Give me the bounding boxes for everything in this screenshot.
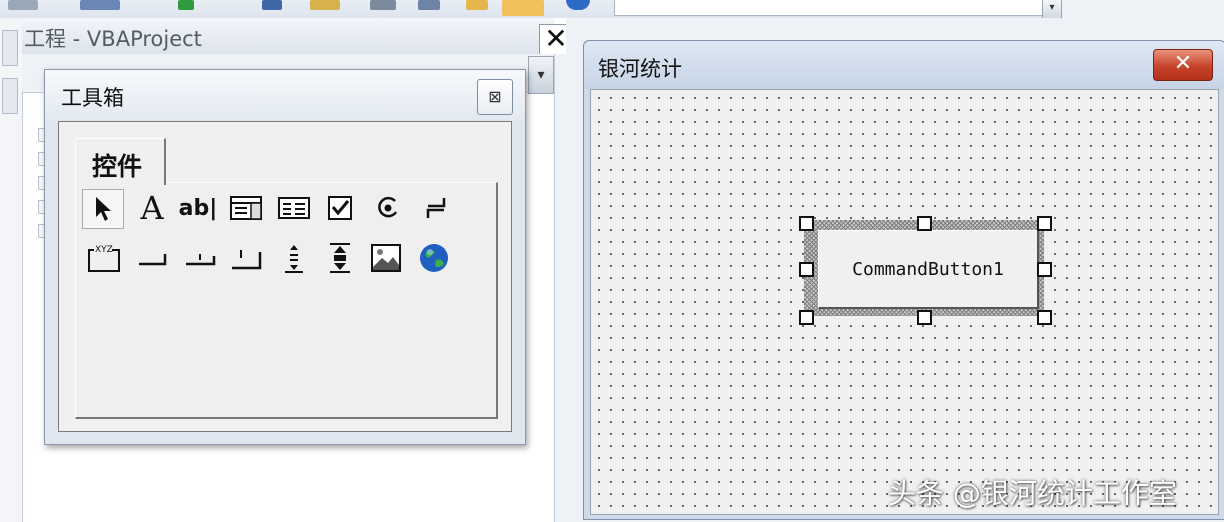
toolbox-toggle-icon[interactable] bbox=[502, 0, 544, 16]
resize-handle[interactable] bbox=[1037, 262, 1052, 277]
spinbutton-icon[interactable] bbox=[320, 239, 360, 277]
userform-title: 银河统计 bbox=[598, 57, 682, 81]
tabstrip-icon[interactable] bbox=[180, 239, 220, 277]
toolbox-titlebar[interactable]: 工具箱 ⊠ bbox=[45, 70, 525, 120]
optionbutton-icon[interactable] bbox=[368, 189, 408, 227]
toolbar-icon[interactable] bbox=[370, 0, 396, 10]
project-explorer-title: 工程 - VBAProject bbox=[24, 27, 202, 51]
project-explorer-titlebar: 工程 - VBAProject ✕ bbox=[22, 18, 573, 56]
tab-controls[interactable]: 控件 bbox=[75, 138, 166, 185]
scrollbar-icon[interactable] bbox=[274, 239, 314, 277]
chevron-down-icon[interactable]: ▾ bbox=[1042, 0, 1062, 19]
toolbar-icon[interactable] bbox=[466, 0, 488, 10]
userform-titlebar: 银河统计 ✕ bbox=[584, 41, 1224, 89]
image-icon[interactable] bbox=[366, 239, 406, 277]
toolbar-empty-area bbox=[1062, 0, 1224, 18]
userform-canvas[interactable]: CommandButton1 bbox=[590, 89, 1219, 515]
watermark: 头条 @银河统计工作室 bbox=[888, 477, 1177, 510]
togglebutton-icon[interactable] bbox=[416, 189, 456, 227]
toolbox-title: 工具箱 bbox=[61, 86, 124, 110]
run-icon[interactable] bbox=[178, 0, 194, 10]
dock-tab[interactable] bbox=[2, 78, 18, 114]
resize-handle[interactable] bbox=[1037, 310, 1052, 325]
toolbar-icon[interactable] bbox=[80, 0, 120, 10]
resize-handle[interactable] bbox=[799, 262, 814, 277]
svg-text:XYZ: XYZ bbox=[95, 245, 113, 255]
chevron-down-icon[interactable]: ▾ bbox=[528, 56, 554, 94]
select-objects-icon[interactable] bbox=[82, 189, 124, 229]
help-icon[interactable] bbox=[566, 0, 590, 10]
checkbox-icon[interactable] bbox=[320, 189, 360, 227]
frame-icon[interactable]: XYZ bbox=[84, 239, 124, 277]
vbe-toolbar: ▾ bbox=[0, 0, 1224, 19]
left-dock-strip bbox=[0, 18, 23, 522]
close-icon[interactable]: ✕ bbox=[1153, 49, 1213, 81]
resize-handle[interactable] bbox=[1037, 216, 1052, 231]
refedit-icon[interactable] bbox=[414, 239, 454, 277]
resize-handle[interactable] bbox=[799, 216, 814, 231]
commandbutton-icon[interactable] bbox=[132, 239, 172, 277]
toolbar-icon[interactable] bbox=[418, 0, 440, 10]
command-button[interactable]: CommandButton1 bbox=[818, 230, 1039, 309]
toolbar-icon[interactable] bbox=[310, 0, 340, 10]
toolbox-window: 工具箱 ⊠ 控件 A ab| XYZ bbox=[44, 69, 526, 445]
listbox-icon[interactable] bbox=[274, 189, 314, 227]
label-icon[interactable]: A bbox=[132, 189, 172, 227]
textbox-icon[interactable]: ab| bbox=[178, 189, 218, 227]
tab-controls-label: 控件 bbox=[92, 152, 143, 181]
close-icon[interactable]: ⊠ bbox=[477, 79, 513, 115]
userform-window: 银河统计 ✕ CommandButton1 bbox=[583, 40, 1224, 520]
controls-tab-page: A ab| XYZ bbox=[75, 182, 498, 419]
toolbar-combo[interactable] bbox=[614, 0, 1046, 16]
toolbar-icon[interactable] bbox=[262, 0, 282, 10]
resize-handle[interactable] bbox=[917, 310, 932, 325]
toolbar-icon[interactable] bbox=[8, 0, 38, 10]
resize-handle[interactable] bbox=[917, 216, 932, 231]
combobox-icon[interactable] bbox=[226, 189, 266, 227]
resize-handle[interactable] bbox=[799, 310, 814, 325]
multipage-icon[interactable] bbox=[226, 239, 266, 277]
toolbox-body: 控件 A ab| XYZ bbox=[58, 121, 512, 432]
dock-tab[interactable] bbox=[2, 30, 18, 66]
